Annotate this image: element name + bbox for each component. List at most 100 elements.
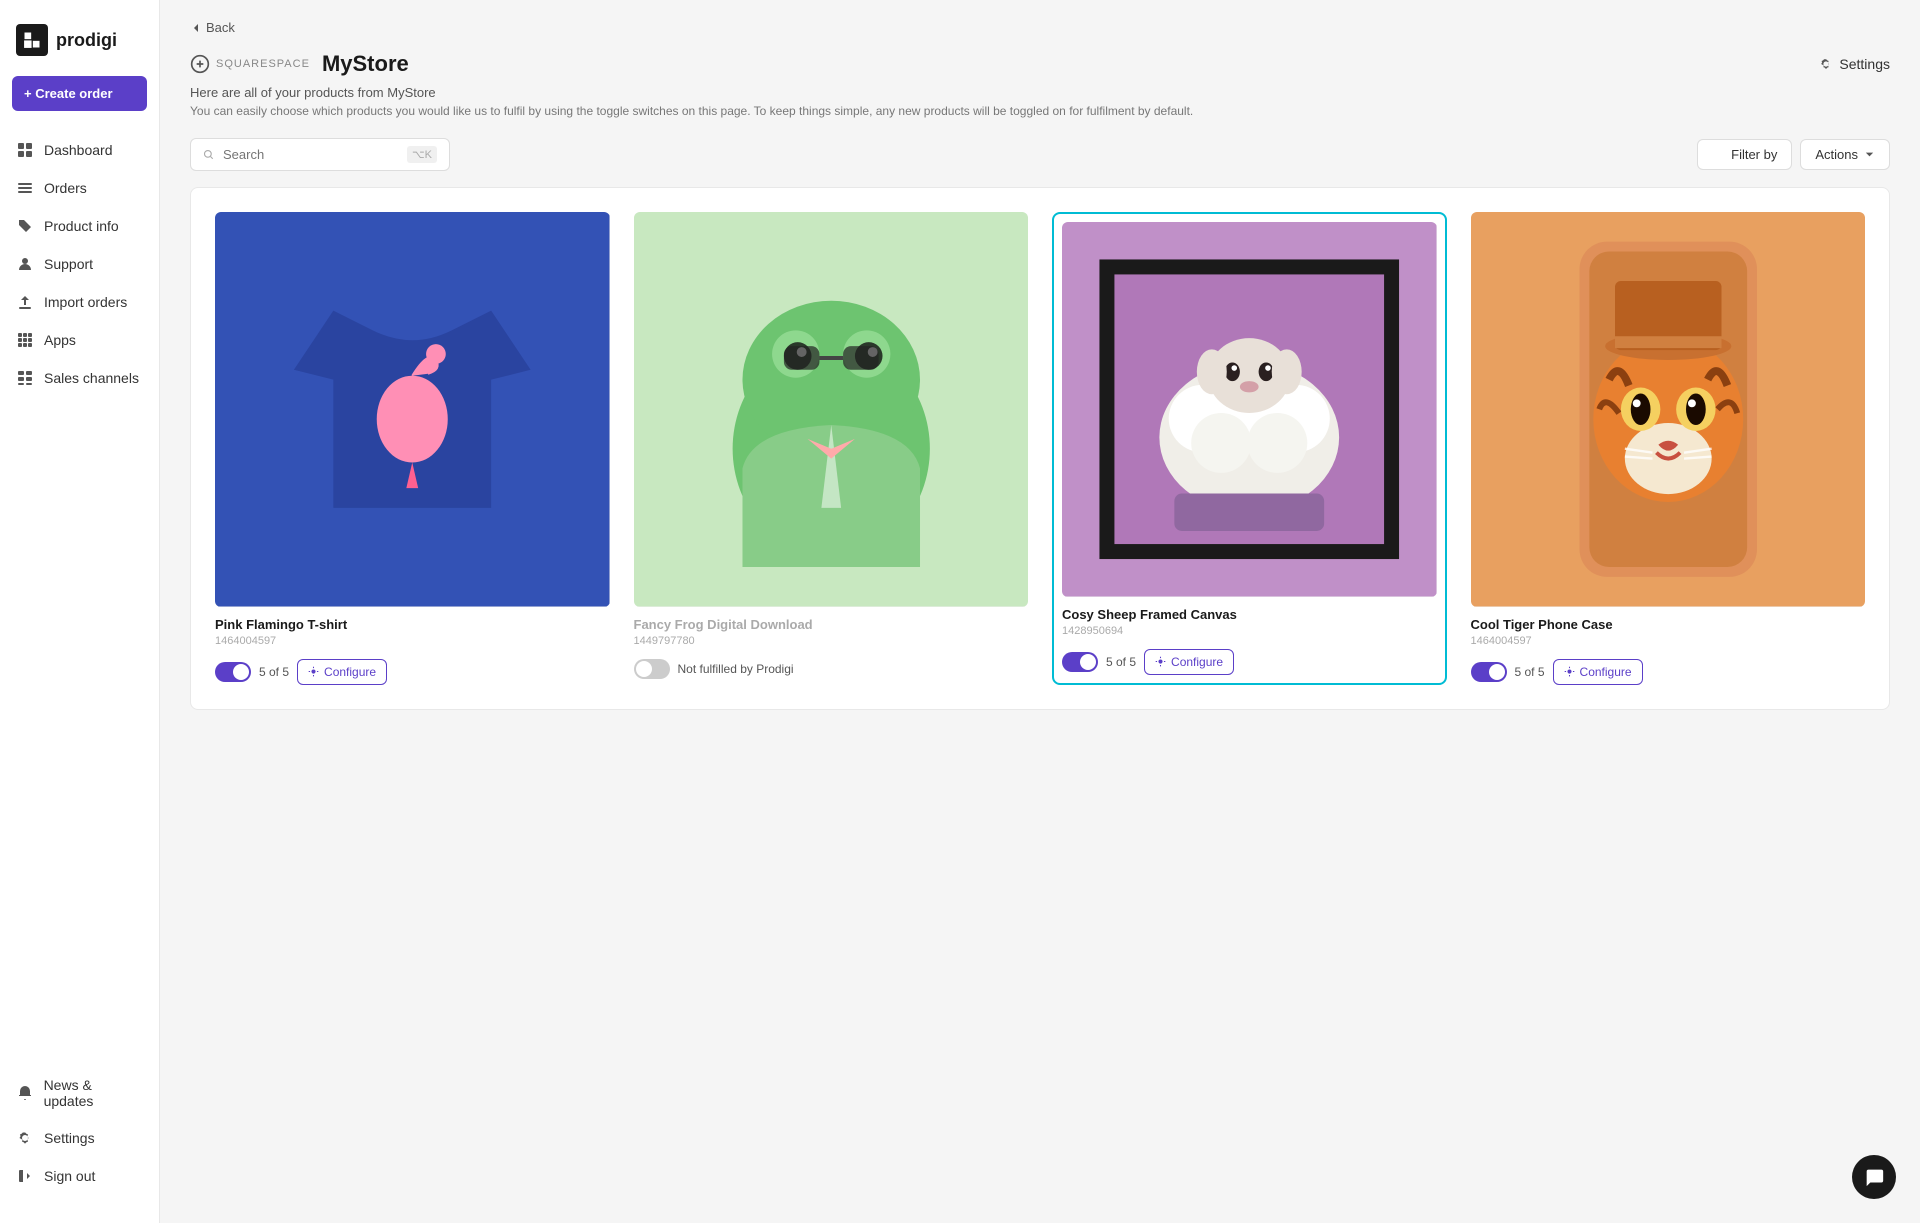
sidebar-bottom: News & updates Settings Sign out: [0, 1067, 159, 1207]
search-box[interactable]: ⌥K: [190, 138, 450, 171]
chat-bubble[interactable]: [1852, 1155, 1896, 1199]
description-1: Here are all of your products from MySto…: [190, 85, 1890, 100]
product-footer-3: 5 of 5 Configure: [1062, 649, 1437, 675]
page-settings-link[interactable]: Settings: [1819, 56, 1890, 72]
main-content: Back SQUARESPACE MyStore Settings Here a…: [160, 0, 1920, 1223]
squarespace-logo: SQUARESPACE: [190, 54, 310, 74]
product-card-1: Pink Flamingo T-shirt 1464004597 5 of 5 …: [215, 212, 610, 685]
logo-icon: [16, 24, 48, 56]
sidebar-item-import-orders-label: Import orders: [44, 294, 127, 310]
filter-label: Filter by: [1731, 147, 1777, 162]
product-id-2: 1449797780: [634, 635, 1029, 647]
product-footer-4: 5 of 5 Configure: [1471, 659, 1866, 685]
logo: prodigi: [0, 16, 159, 76]
sidebar-item-support[interactable]: Support: [0, 245, 159, 283]
configure-icon-3: [1155, 656, 1166, 667]
sidebar-item-news-updates-label: News & updates: [44, 1077, 143, 1109]
apps-icon: [16, 331, 34, 349]
product-image-svg-3: [1062, 222, 1437, 597]
product-card-3: Cosy Sheep Framed Canvas 1428950694 5 of…: [1052, 212, 1447, 685]
sidebar-item-sign-out[interactable]: Sign out: [0, 1157, 159, 1195]
signout-icon: [16, 1167, 34, 1185]
product-image-3: [1062, 222, 1437, 597]
product-id-4: 1464004597: [1471, 635, 1866, 647]
sidebar-item-settings-label: Settings: [44, 1130, 95, 1146]
sidebar-item-sales-channels-label: Sales channels: [44, 370, 139, 386]
product-image-svg-1: [215, 212, 610, 607]
configure-button-4[interactable]: Configure: [1553, 659, 1643, 685]
actions-button[interactable]: Actions: [1800, 139, 1890, 170]
store-header: SQUARESPACE MyStore Settings: [190, 51, 1890, 77]
person-icon: [16, 255, 34, 273]
toggle-knob-3: [1080, 654, 1096, 670]
tag-icon: [16, 217, 34, 235]
list-icon: [16, 179, 34, 197]
sidebar-item-settings[interactable]: Settings: [0, 1119, 159, 1157]
product-title-3: Cosy Sheep Framed Canvas: [1062, 607, 1437, 622]
settings-label: Settings: [1839, 56, 1890, 72]
back-link[interactable]: Back: [190, 20, 1890, 35]
search-shortcut: ⌥K: [407, 146, 437, 163]
sidebar-item-product-info-label: Product info: [44, 218, 119, 234]
chat-icon: [1863, 1166, 1885, 1188]
product-toggle-2[interactable]: [634, 659, 670, 679]
sidebar-item-import-orders[interactable]: Import orders: [0, 283, 159, 321]
product-title-2: Fancy Frog Digital Download: [634, 617, 1029, 632]
products-grid: Pink Flamingo T-shirt 1464004597 5 of 5 …: [215, 212, 1865, 685]
toggle-knob-2: [636, 661, 652, 677]
sidebar-item-news-updates[interactable]: News & updates: [0, 1067, 159, 1119]
products-container: Pink Flamingo T-shirt 1464004597 5 of 5 …: [190, 187, 1890, 710]
product-toggle-4[interactable]: [1471, 662, 1507, 682]
toggle-knob-4: [1489, 664, 1505, 680]
toolbar: ⌥K Filter by Actions: [190, 138, 1890, 171]
product-id-3: 1428950694: [1062, 625, 1437, 637]
product-card-4: Cool Tiger Phone Case 1464004597 5 of 5 …: [1471, 212, 1866, 685]
sidebar-item-orders[interactable]: Orders: [0, 169, 159, 207]
configure-button-3[interactable]: Configure: [1144, 649, 1234, 675]
sidebar-item-dashboard-label: Dashboard: [44, 142, 113, 158]
product-title-1: Pink Flamingo T-shirt: [215, 617, 610, 632]
search-input[interactable]: [223, 147, 399, 162]
configure-icon-1: [308, 666, 319, 677]
product-image-svg-4: [1471, 212, 1866, 607]
create-order-button[interactable]: + Create order: [12, 76, 147, 111]
sidebar: prodigi + Create order Dashboard Orders …: [0, 0, 160, 1223]
grid-icon: [16, 141, 34, 159]
search-icon: [203, 148, 215, 162]
store-name: MyStore: [322, 51, 409, 77]
product-image-svg-2: [634, 212, 1029, 607]
actions-label: Actions: [1815, 147, 1858, 162]
page-content: Back SQUARESPACE MyStore Settings Here a…: [160, 0, 1920, 730]
toggle-knob-1: [233, 664, 249, 680]
product-card-2: Fancy Frog Digital Download 1449797780 N…: [634, 212, 1029, 685]
bell-icon: [16, 1084, 34, 1102]
filter-icon: [1712, 148, 1725, 161]
sidebar-item-orders-label: Orders: [44, 180, 87, 196]
configure-button-1[interactable]: Configure: [297, 659, 387, 685]
product-toggle-1[interactable]: [215, 662, 251, 682]
toggle-label-4: 5 of 5: [1515, 665, 1545, 679]
configure-icon-4: [1564, 666, 1575, 677]
upload-icon: [16, 293, 34, 311]
product-image-1: [215, 212, 610, 607]
product-image-4: [1471, 212, 1866, 607]
product-footer-1: 5 of 5 Configure: [215, 659, 610, 685]
sidebar-item-apps[interactable]: Apps: [0, 321, 159, 359]
nav-items: Dashboard Orders Product info Support Im…: [0, 131, 159, 1067]
platform-label: SQUARESPACE: [216, 58, 310, 70]
filter-by-button[interactable]: Filter by: [1697, 139, 1792, 170]
sidebar-item-product-info[interactable]: Product info: [0, 207, 159, 245]
sidebar-item-apps-label: Apps: [44, 332, 76, 348]
product-toggle-3[interactable]: [1062, 652, 1098, 672]
sidebar-item-dashboard[interactable]: Dashboard: [0, 131, 159, 169]
product-footer-2: Not fulfilled by Prodigi: [634, 659, 1029, 679]
settings-gear-icon: [16, 1129, 34, 1147]
back-label: Back: [206, 20, 235, 35]
product-title-4: Cool Tiger Phone Case: [1471, 617, 1866, 632]
toolbar-right: Filter by Actions: [1697, 139, 1890, 170]
channels-icon: [16, 369, 34, 387]
toggle-label-1: 5 of 5: [259, 665, 289, 679]
description-2: You can easily choose which products you…: [190, 104, 1890, 118]
sidebar-item-sales-channels[interactable]: Sales channels: [0, 359, 159, 397]
logo-text: prodigi: [56, 30, 117, 51]
